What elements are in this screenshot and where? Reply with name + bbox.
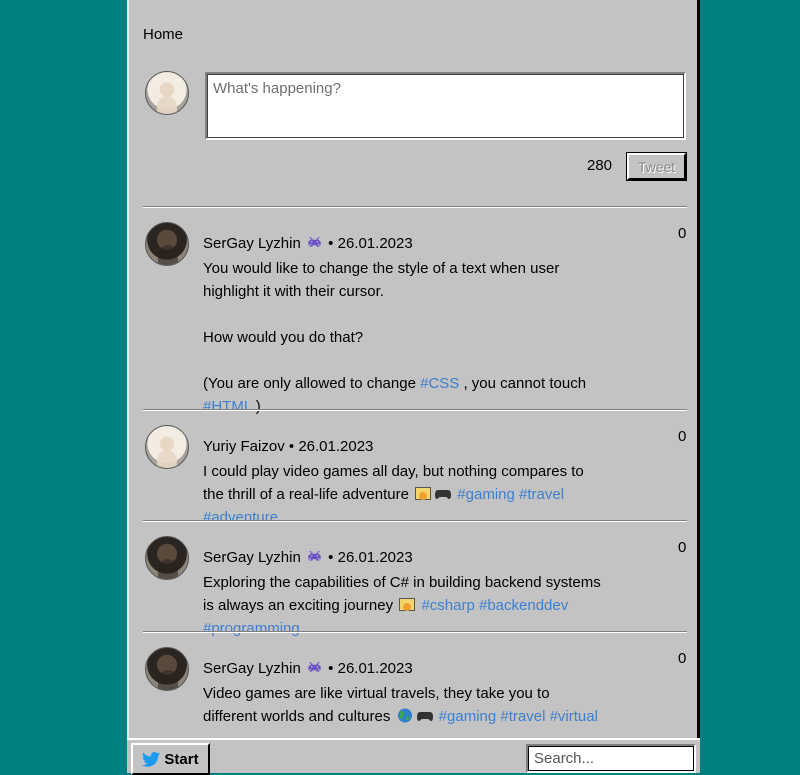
taskbar: Start <box>127 738 700 775</box>
author-name[interactable]: SerGay Lyzhin <box>203 660 301 677</box>
hashtag-link[interactable]: #CSS <box>420 375 459 392</box>
author-avatar[interactable] <box>145 647 189 691</box>
post-meta: SerGay Lyzhin • 26.01.2023 <box>203 660 413 677</box>
post-text: Video games are like virtual travels, th… <box>203 685 598 725</box>
post-meta: SerGay Lyzhin • 26.01.2023 <box>203 235 413 252</box>
space-invader-icon <box>308 237 321 247</box>
divider <box>143 631 687 633</box>
meta-separator: • <box>328 660 334 677</box>
space-invader-icon <box>308 662 321 672</box>
post-paragraph: How would you do that? <box>203 329 364 346</box>
compose-input[interactable] <box>205 72 686 140</box>
game-controller-icon <box>416 712 433 721</box>
sunrise-icon <box>415 487 432 500</box>
post-date: 26.01.2023 <box>337 660 413 677</box>
author-avatar[interactable] <box>145 536 189 580</box>
like-count[interactable]: 0 <box>678 428 686 445</box>
post-date: 26.01.2023 <box>337 235 413 252</box>
start-label: Start <box>164 750 199 768</box>
twitter-bird-icon <box>142 751 161 767</box>
post-meta: Yuriy Faizov • 26.01.2023 <box>203 438 373 455</box>
globe-icon <box>397 708 412 723</box>
post-meta: SerGay Lyzhin • 26.01.2023 <box>203 549 413 566</box>
meta-separator: • <box>328 549 334 566</box>
post-text: You would like to change the style of a … <box>203 257 607 418</box>
sunrise-icon <box>399 598 416 611</box>
author-name[interactable]: SerGay Lyzhin <box>203 549 301 566</box>
author-name[interactable]: Yuriy Faizov <box>203 438 285 455</box>
start-button[interactable]: Start <box>131 743 210 775</box>
post-paragraph: You would like to change the style of a … <box>203 260 560 300</box>
hashtag-link[interactable]: #virtual <box>550 708 598 725</box>
space-invader-icon <box>308 551 321 561</box>
current-user-avatar <box>145 71 189 115</box>
hashtag-link[interactable]: #travel <box>519 486 564 503</box>
tweet-button[interactable]: Tweet <box>626 152 687 181</box>
post-date: 26.01.2023 <box>298 438 374 455</box>
hashtag-link[interactable]: #gaming <box>439 708 497 725</box>
post-text: I could play video games all day, but no… <box>203 463 584 526</box>
search-input[interactable] <box>526 744 696 773</box>
hashtag-link[interactable]: #HTML <box>203 398 252 415</box>
page-title: Home <box>143 26 184 43</box>
hashtag-link[interactable]: #backenddev <box>479 597 568 614</box>
divider <box>143 206 687 208</box>
author-avatar[interactable] <box>145 425 189 469</box>
like-count[interactable]: 0 <box>678 539 686 556</box>
divider <box>143 520 687 522</box>
divider <box>143 409 687 411</box>
author-name[interactable]: SerGay Lyzhin <box>203 235 301 252</box>
post-paragraph: (You are only allowed to change #CSS , y… <box>203 375 587 415</box>
hashtag-link[interactable]: #programming <box>203 620 300 637</box>
hashtag-link[interactable]: #csharp <box>421 597 474 614</box>
like-count[interactable]: 0 <box>678 650 686 667</box>
author-avatar[interactable] <box>145 222 189 266</box>
post-date: 26.01.2023 <box>337 549 413 566</box>
char-count: 280 <box>587 157 613 174</box>
post-text: Exploring the capabilities of C# in buil… <box>203 574 601 637</box>
main-window: Home 280 Tweet SerGay Lyzhin • 26.01.202… <box>127 0 700 773</box>
game-controller-icon <box>435 490 452 499</box>
like-count[interactable]: 0 <box>678 225 686 242</box>
hashtag-link[interactable]: #adventure <box>203 509 278 526</box>
hashtag-link[interactable]: #gaming <box>457 486 515 503</box>
hashtag-link[interactable]: #travel <box>500 708 545 725</box>
meta-separator: • <box>288 438 295 455</box>
meta-separator: • <box>328 235 334 252</box>
